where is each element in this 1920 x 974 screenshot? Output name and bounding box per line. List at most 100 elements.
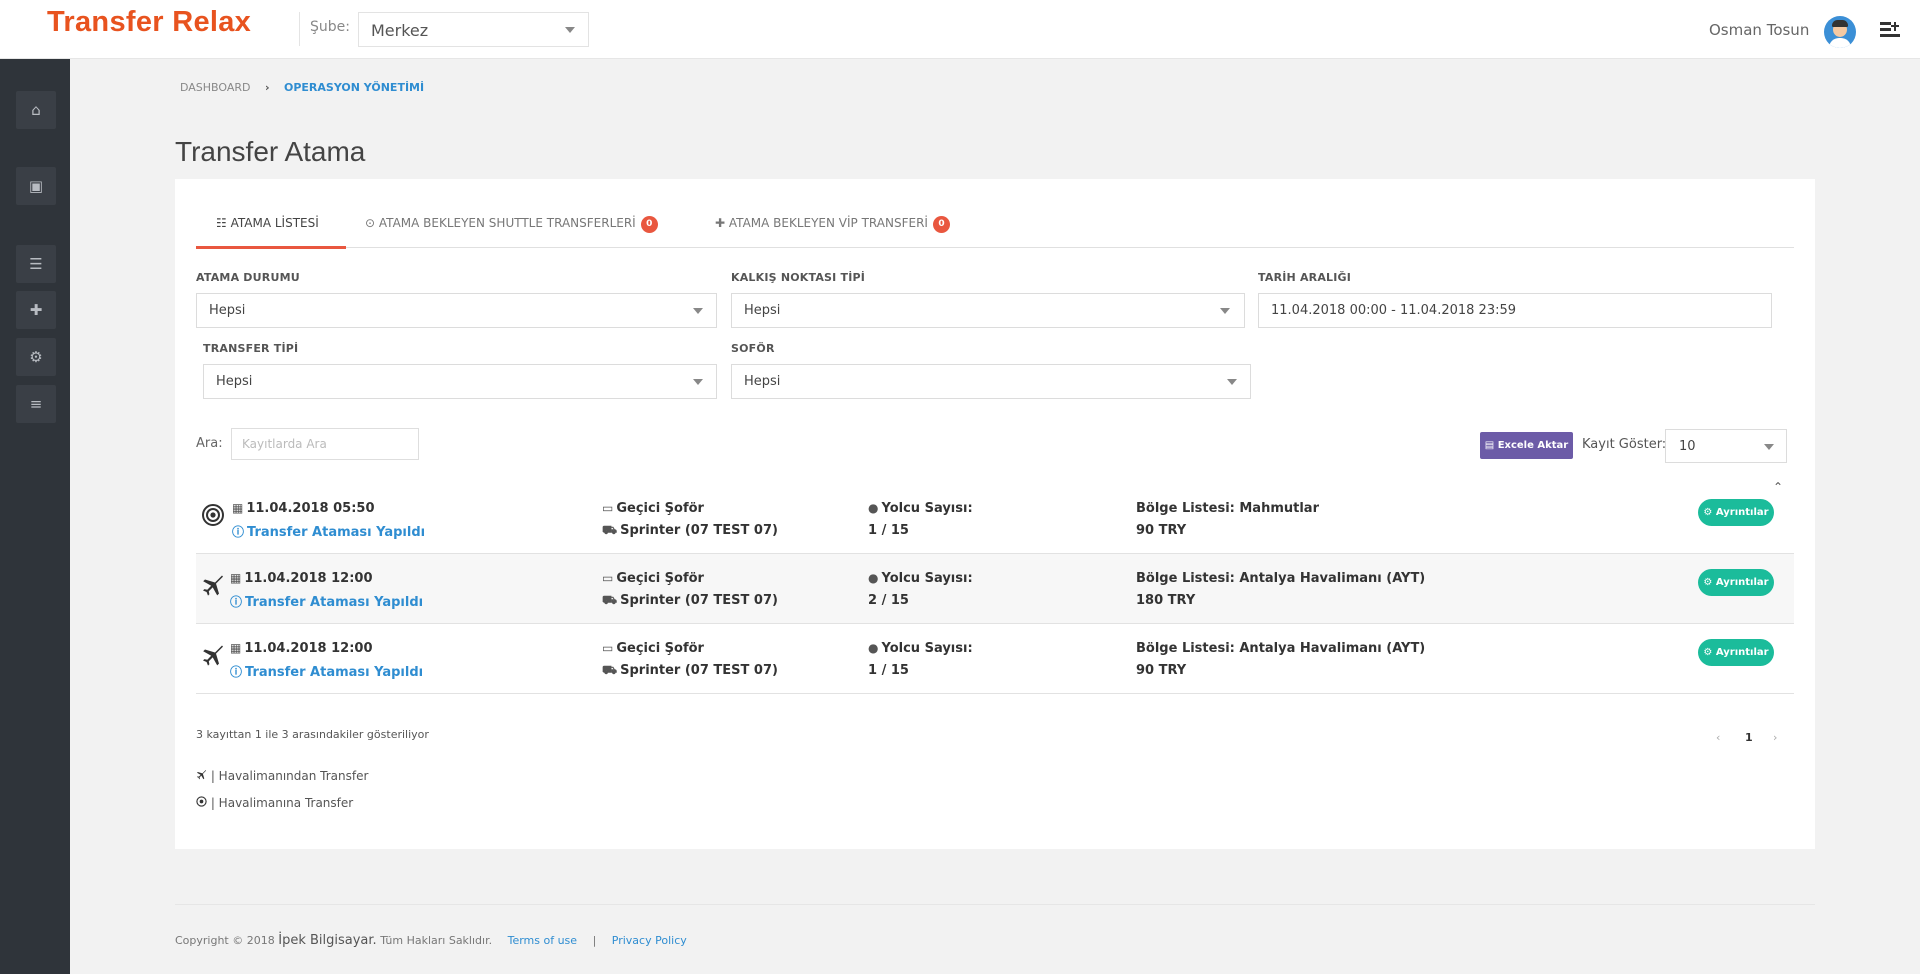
tabs-divider <box>196 247 1794 248</box>
terms-link[interactable]: Terms of use <box>508 934 577 947</box>
row-datetime: ▦ 11.04.2018 12:00 <box>230 571 373 586</box>
page-size-value: 10 <box>1679 439 1696 454</box>
row-pax: 1 / 15 <box>868 663 909 678</box>
row-vehicle: ⛟ Sprinter (07 TEST 07) <box>602 523 778 538</box>
row-driver: ▭ Geçici Şoför <box>602 501 704 516</box>
pagination-page-1[interactable]: 1 <box>1745 731 1753 744</box>
car-icon: ⛟ <box>602 593 618 607</box>
sidebar-item-settings[interactable]: ⚙ <box>16 338 56 376</box>
sidebar-item-bus[interactable]: ▣ <box>16 167 56 205</box>
page-title: Transfer Atama <box>175 136 366 167</box>
table-row[interactable]: ▦ 11.04.2018 05:50 ⓘ Transfer Ataması Yapı… <box>196 484 1794 554</box>
info-icon: ⓘ <box>230 665 243 679</box>
user-icon: ● <box>868 571 879 585</box>
sidebar-item-plus[interactable]: ✚ <box>16 291 56 329</box>
sofor-label: SOFÖR <box>731 342 775 355</box>
details-button[interactable]: ⚙ Ayrıntılar <box>1698 569 1774 596</box>
gear-icon: ⚙ <box>29 348 43 366</box>
row-vehicle: ⛟ Sprinter (07 TEST 07) <box>602 663 778 678</box>
menu-add-icon[interactable] <box>1880 20 1900 38</box>
clock-icon: ⊙ <box>365 216 376 230</box>
search-label: Ara: <box>196 436 223 451</box>
sofor-select[interactable]: Hepsi <box>731 364 1251 399</box>
home-icon: ⌂ <box>31 101 41 119</box>
row-price: 180 TRY <box>1136 593 1196 608</box>
select-value: Hepsi <box>216 374 253 389</box>
select-value: Hepsi <box>744 303 781 318</box>
rights-text: Tüm Hakları Saklıdır. <box>380 934 493 947</box>
tab-label: ATAMA BEKLEYEN SHUTTLE TRANSFERLERİ <box>378 216 636 230</box>
airplane-icon <box>203 575 223 596</box>
export-excel-label: Excele Aktar <box>1497 440 1569 451</box>
branch-select-value: Merkez <box>371 21 429 40</box>
details-button[interactable]: ⚙ Ayrıntılar <box>1698 639 1774 666</box>
chevron-down-icon <box>565 27 575 33</box>
date-range-input[interactable]: 11.04.2018 00:00 - 11.04.2018 23:59 <box>1258 293 1772 328</box>
table-summary: 3 kayıttan 1 ile 3 arasındakiler gösteri… <box>196 728 429 741</box>
gear-icon: ⚙ <box>1703 507 1713 518</box>
privacy-link[interactable]: Privacy Policy <box>612 934 687 947</box>
table-row[interactable]: ▦ 11.04.2018 12:00 ⓘ Transfer Ataması Yapı… <box>196 554 1794 624</box>
tab-badge: 0 <box>640 216 658 233</box>
list-icon: ☷ <box>216 216 227 230</box>
breadcrumb-dashboard[interactable]: DASHBOARD <box>180 81 251 94</box>
pagination-prev[interactable]: ‹ <box>1716 731 1720 744</box>
tab-vip-transfer[interactable]: ✚ ATAMA BEKLEYEN VİP TRANSFERİ 0 <box>715 216 950 233</box>
plus-icon: ✚ <box>715 216 726 230</box>
plus-icon: ✚ <box>29 301 43 319</box>
app-logo[interactable]: Transfer Relax <box>47 6 251 39</box>
legend-label: | Havalimanına Transfer <box>210 796 354 810</box>
footer-separator: | <box>592 934 597 947</box>
car-icon: ⛟ <box>602 663 618 677</box>
table-row[interactable]: ▦ 11.04.2018 12:00 ⓘ Transfer Ataması Yapı… <box>196 624 1794 694</box>
footer-divider <box>175 904 1815 905</box>
row-status-link[interactable]: ⓘ Transfer Ataması Yapıldı <box>230 593 423 610</box>
list-icon: ☰ <box>29 255 43 273</box>
tab-atama-listesi[interactable]: ☷ ATAMA LİSTESİ <box>216 216 319 230</box>
sidebar-item-list[interactable]: ☰ <box>16 245 56 283</box>
search-input[interactable] <box>231 428 419 460</box>
avatar[interactable] <box>1824 16 1856 48</box>
user-name[interactable]: Osman Tosun <box>1709 21 1809 39</box>
legend-from-airport: | Havalimanından Transfer <box>196 769 368 783</box>
row-datetime: ▦ 11.04.2018 12:00 <box>230 641 373 656</box>
kalkis-noktasi-select[interactable]: Hepsi <box>731 293 1245 328</box>
atama-durumu-label: ATAMA DURUMU <box>196 271 300 284</box>
row-pax-label: ● Yolcu Sayısı: <box>868 571 973 586</box>
copyright-text: Copyright © 2018 <box>175 934 275 947</box>
id-card-icon: ▭ <box>602 571 614 585</box>
details-button[interactable]: ⚙ Ayrıntılar <box>1698 499 1774 526</box>
transfer-tipi-select[interactable]: Hepsi <box>203 364 717 399</box>
sidebar-item-menu[interactable]: ≡ <box>16 385 56 423</box>
pagination-next[interactable]: › <box>1773 731 1777 744</box>
chevron-down-icon <box>693 379 703 385</box>
tab-shuttle-transfers[interactable]: ⊙ ATAMA BEKLEYEN SHUTTLE TRANSFERLERİ 0 <box>365 216 658 233</box>
user-icon: ● <box>868 501 879 515</box>
row-pax: 1 / 15 <box>868 523 909 538</box>
row-pax-label: ● Yolcu Sayısı: <box>868 641 973 656</box>
calendar-icon: ▦ <box>232 501 244 515</box>
car-icon: ⛟ <box>602 523 618 537</box>
chevron-down-icon <box>1220 308 1230 314</box>
airplane-icon <box>203 645 223 666</box>
active-tab-indicator <box>196 246 346 249</box>
branch-select[interactable]: Merkez <box>358 12 589 47</box>
atama-durumu-select[interactable]: Hepsi <box>196 293 717 328</box>
select-value: Hepsi <box>209 303 246 318</box>
tab-label: ATAMA BEKLEYEN VİP TRANSFERİ <box>728 216 928 230</box>
calendar-icon: ▦ <box>230 641 242 655</box>
row-driver: ▭ Geçici Şoför <box>602 571 704 586</box>
row-region: Bölge Listesi: Antalya Havalimanı (AYT) <box>1136 641 1426 656</box>
sidebar-item-home[interactable]: ⌂ <box>16 91 56 129</box>
top-bar: Transfer Relax Şube: Merkez Osman Tosun <box>0 0 1920 59</box>
row-status-link[interactable]: ⓘ Transfer Ataması Yapıldı <box>230 663 423 680</box>
airplane-icon <box>196 770 207 780</box>
chevron-down-icon <box>693 308 703 314</box>
export-excel-button[interactable]: ▤ Excele Aktar <box>1480 432 1573 459</box>
menu-icon: ≡ <box>29 395 43 413</box>
page-size-select[interactable]: 10 <box>1665 429 1787 463</box>
tab-badge: 0 <box>932 216 950 233</box>
select-value: Hepsi <box>744 374 781 389</box>
gear-icon: ⚙ <box>1703 577 1713 588</box>
row-status-link[interactable]: ⓘ Transfer Ataması Yapıldı <box>232 523 425 540</box>
